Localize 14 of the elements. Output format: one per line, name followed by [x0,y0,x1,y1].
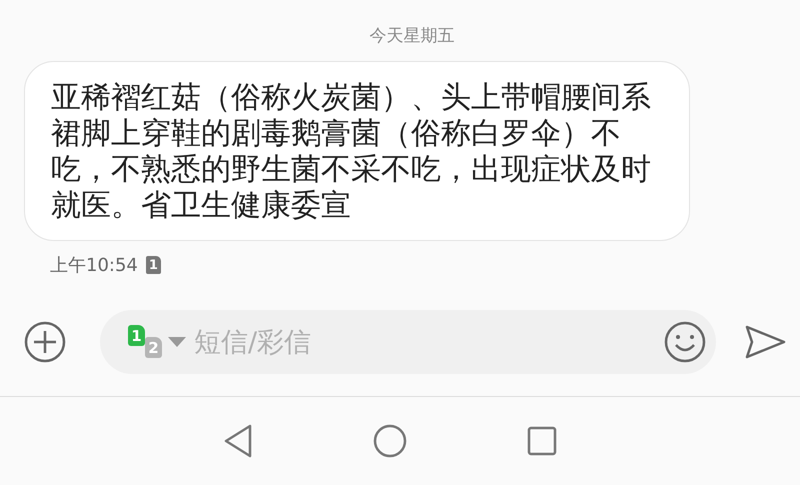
sim-badge[interactable]: 2 [145,337,162,358]
caret-icon[interactable] [168,337,186,347]
date-header: 今天星期五 [370,25,454,47]
message-time: 上午10:54 [50,254,138,277]
message-input-field[interactable]: 1 2 短信/彩信 [100,310,716,374]
sim-badge[interactable]: 1 [128,325,145,346]
add-icon[interactable] [24,321,66,363]
back-icon[interactable] [223,424,253,458]
home-icon[interactable] [373,424,407,458]
send-icon[interactable] [744,324,786,360]
emoji-icon[interactable] [664,321,706,363]
recents-icon[interactable] [527,426,557,456]
sim-badge: 1 [146,256,161,274]
message-bubble: 亚稀褶红菇（俗称火炭菌）、头上带帽腰间系裙脚上穿鞋的剧毒鹅膏菌（俗称白罗伞）不吃，不熟悉的野生菌不采不吃，出现症状及时就医。省卫生健康委宣 [24,61,690,241]
